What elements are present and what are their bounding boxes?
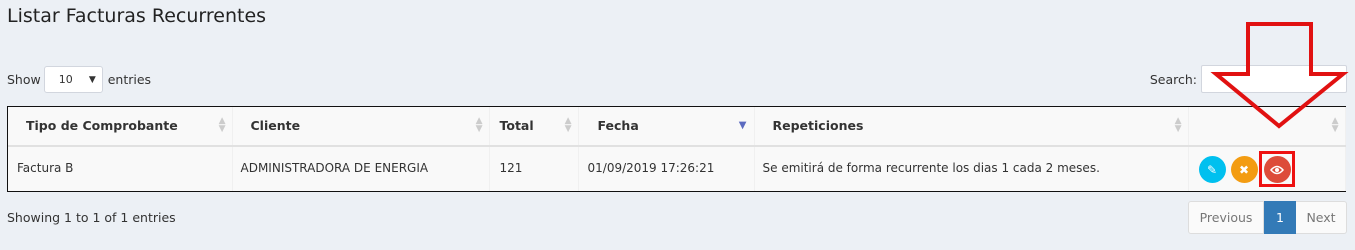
delete-button[interactable]: ✖ — [1230, 156, 1258, 183]
pagination: Previous 1 Next — [1188, 201, 1347, 234]
column-header-label: Total — [499, 118, 534, 133]
chevron-down-icon: ▼ — [88, 74, 96, 85]
column-header-total[interactable]: Total ▲ ▼ — [489, 107, 579, 147]
sort-icon: ▲ ▼ — [1331, 116, 1339, 134]
table-header-row: Tipo de Comprobante ▲ ▼ Cliente ▲ ▼ Total … — [8, 107, 1346, 147]
table-row: Factura B ADMINISTRADORA DE ENERGIA 121 … — [8, 146, 1346, 191]
column-header-actions[interactable]: ▲ ▼ — [1188, 107, 1346, 147]
column-header-fecha[interactable]: Fecha ▼ — [578, 107, 755, 147]
page-title: Listar Facturas Recurrentes — [7, 5, 267, 27]
entries-label: entries — [107, 72, 152, 87]
table-info: Showing 1 to 1 of 1 entries — [7, 210, 176, 225]
previous-page-button[interactable]: Previous — [1188, 201, 1264, 234]
cell-actions: ✎ ✖ — [1188, 146, 1346, 191]
next-page-button[interactable]: Next — [1296, 201, 1347, 234]
search-label: Search: — [1149, 71, 1197, 87]
x-icon: ✖ — [1238, 162, 1250, 177]
column-header-repeticiones[interactable]: Repeticiones ▲ ▼ — [754, 107, 1189, 147]
search-input[interactable] — [1201, 65, 1347, 93]
cell-total: 121 — [489, 146, 579, 191]
edit-button[interactable]: ✎ — [1198, 156, 1226, 183]
sort-descending-icon: ▼ — [738, 120, 747, 131]
column-header-tipo[interactable]: Tipo de Comprobante ▲ ▼ — [8, 107, 233, 147]
search-control: Search: — [1150, 65, 1347, 93]
column-header-label: Fecha — [597, 118, 639, 133]
cell-fecha: 01/09/2019 17:26:21 — [578, 146, 755, 191]
sort-icon: ▲ ▼ — [475, 116, 483, 134]
show-label: Show — [7, 72, 41, 87]
pencil-icon: ✎ — [1206, 162, 1218, 177]
sort-icon: ▲ ▼ — [1174, 116, 1182, 134]
invoices-table: Tipo de Comprobante ▲ ▼ Cliente ▲ ▼ Total … — [7, 106, 1346, 192]
column-header-label: Tipo de Comprobante — [26, 118, 178, 133]
column-header-label: Cliente — [250, 118, 301, 133]
cell-repeticiones: Se emitirá de forma recurrente los dias … — [754, 146, 1189, 191]
column-header-label: Repeticiones — [772, 118, 864, 133]
entries-select[interactable]: 10 ▼ — [43, 66, 103, 93]
column-header-cliente[interactable]: Cliente ▲ ▼ — [232, 107, 490, 147]
cell-cliente: ADMINISTRADORA DE ENERGIA — [232, 146, 490, 191]
sort-icon: ▲ ▼ — [218, 116, 226, 134]
sort-icon: ▲ ▼ — [564, 116, 572, 134]
highlight-box — [1258, 151, 1295, 187]
page-1-button[interactable]: 1 — [1264, 201, 1296, 234]
cell-tipo: Factura B — [8, 146, 233, 191]
entries-select-value: 10 — [58, 73, 73, 86]
length-control: Show 10 ▼ entries — [7, 66, 151, 93]
